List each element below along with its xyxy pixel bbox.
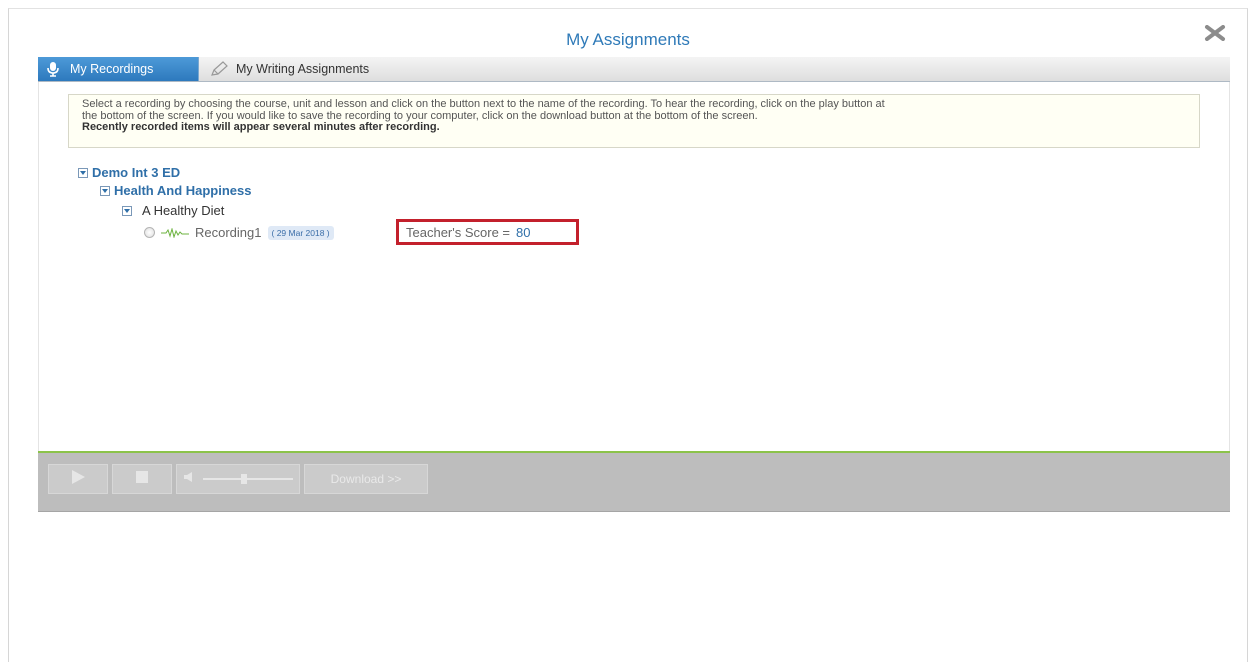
dialog-title: My Assignments	[566, 30, 690, 49]
stop-button[interactable]	[112, 464, 172, 494]
volume-slider[interactable]	[176, 464, 300, 494]
recording-date: ( 29 Mar 2018 )	[267, 225, 334, 240]
instructions-note: Recently recorded items will appear seve…	[82, 121, 440, 133]
tab-bar: My Recordings My Writing Assignments	[38, 57, 1230, 82]
collapse-icon[interactable]	[122, 205, 132, 216]
close-icon	[1204, 24, 1226, 46]
collapse-icon[interactable]	[100, 185, 110, 196]
volume-handle[interactable]	[241, 474, 247, 484]
tree-recording[interactable]: Recording1 ( 29 Mar 2018 )	[144, 225, 334, 240]
collapse-icon[interactable]	[78, 167, 88, 178]
volume-track[interactable]	[203, 474, 293, 484]
waveform-icon	[161, 227, 189, 238]
close-button[interactable]	[1200, 20, 1230, 50]
tab-my-writing-assignments[interactable]: My Writing Assignments	[202, 57, 369, 81]
tab-my-recordings[interactable]: My Recordings	[38, 57, 199, 81]
volume-icon	[183, 470, 195, 488]
score-value: 80	[516, 224, 531, 240]
microphone-icon	[42, 61, 64, 77]
tree-unit[interactable]: Health And Happiness	[100, 183, 251, 198]
unit-label: Health And Happiness	[114, 183, 252, 198]
teacher-score: Teacher's Score = 80	[396, 219, 579, 245]
score-label: Teacher's Score =	[406, 224, 511, 240]
play-button[interactable]	[48, 464, 108, 494]
pencil-icon	[208, 61, 230, 77]
recording-radio[interactable]	[144, 227, 155, 238]
tree-course[interactable]: Demo Int 3 ED	[78, 165, 180, 180]
tab-label: My Writing Assignments	[236, 62, 370, 76]
lesson-label: A Healthy Diet	[142, 203, 225, 218]
instructions-line-1: Select a recording by choosing the cours…	[82, 98, 885, 110]
player-controls: Download >>	[38, 453, 1230, 512]
tab-label: My Recordings	[70, 62, 154, 76]
tree-lesson[interactable]: A Healthy Diet	[122, 203, 224, 218]
instructions-box: Select a recording by choosing the cours…	[68, 94, 1200, 148]
stop-icon	[136, 470, 148, 488]
recording-name: Recording1	[195, 225, 262, 240]
download-button[interactable]: Download >>	[304, 464, 428, 494]
play-icon	[70, 469, 86, 490]
course-label: Demo Int 3 ED	[92, 165, 181, 180]
